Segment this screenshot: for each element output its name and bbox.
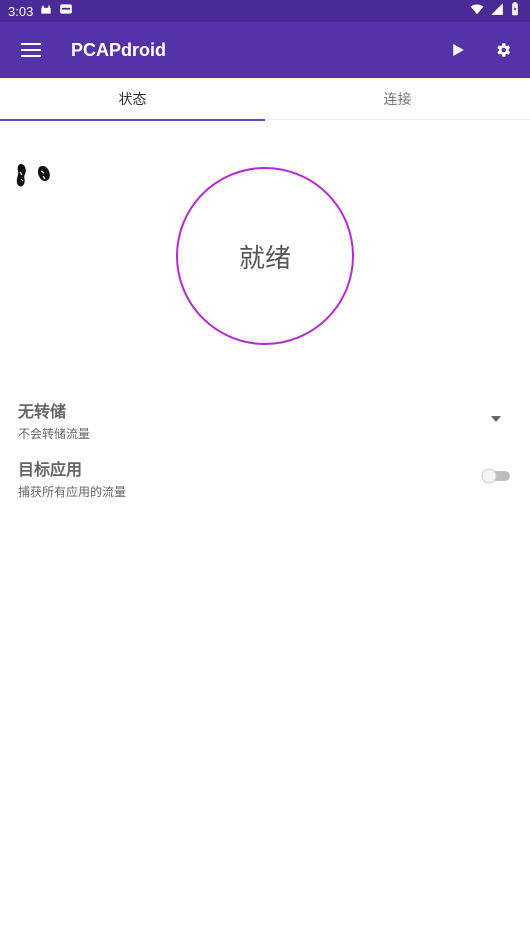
status-bar: 3:03: [0, 0, 530, 22]
play-icon: [453, 44, 464, 56]
dump-mode-row[interactable]: 无转储 不会转储流量: [18, 398, 512, 442]
target-app-title: 目标应用: [18, 460, 83, 479]
tab-status[interactable]: 状态: [0, 78, 265, 121]
notification-sms-icon: [59, 2, 73, 20]
tab-bar: 状态 连接: [0, 78, 530, 121]
battery-icon: [510, 2, 520, 20]
app-logo-image: [12, 160, 60, 196]
settings-button[interactable]: [484, 31, 522, 69]
tab-connections-label: 连接: [383, 92, 412, 108]
status-right: [470, 2, 520, 20]
app-bar: PCAPdroid: [0, 22, 530, 78]
app-actions: [438, 22, 522, 78]
app-title: PCAPdroid: [71, 39, 167, 60]
status-time: 3:03: [8, 3, 34, 19]
screen: 3:03 PCAPdroid 状态 连接 就绪 无转储 不会转储流量 目标应用 …: [0, 0, 530, 942]
target-app-row[interactable]: 目标应用 捕获所有应用的流量: [18, 456, 512, 500]
menu-button[interactable]: [0, 22, 62, 78]
menu-icon: [21, 43, 41, 57]
tab-status-label: 状态: [118, 92, 147, 108]
gear-icon: [497, 43, 511, 57]
tab-connections[interactable]: 连接: [265, 78, 530, 120]
dump-mode-title: 无转储: [18, 402, 67, 421]
wifi-icon: [470, 2, 484, 20]
start-capture-button[interactable]: [438, 31, 476, 69]
status-indicator[interactable]: 就绪: [176, 167, 354, 345]
dump-mode-subtitle: 不会转储流量: [18, 427, 91, 441]
status-label: 就绪: [238, 243, 291, 274]
status-left: 3:03: [8, 2, 73, 20]
signal-icon: [490, 2, 504, 20]
chevron-down-icon[interactable]: [490, 414, 502, 424]
notification-cat-icon: [39, 2, 53, 20]
target-app-subtitle: 捕获所有应用的流量: [18, 485, 127, 499]
target-app-toggle[interactable]: [480, 468, 512, 484]
